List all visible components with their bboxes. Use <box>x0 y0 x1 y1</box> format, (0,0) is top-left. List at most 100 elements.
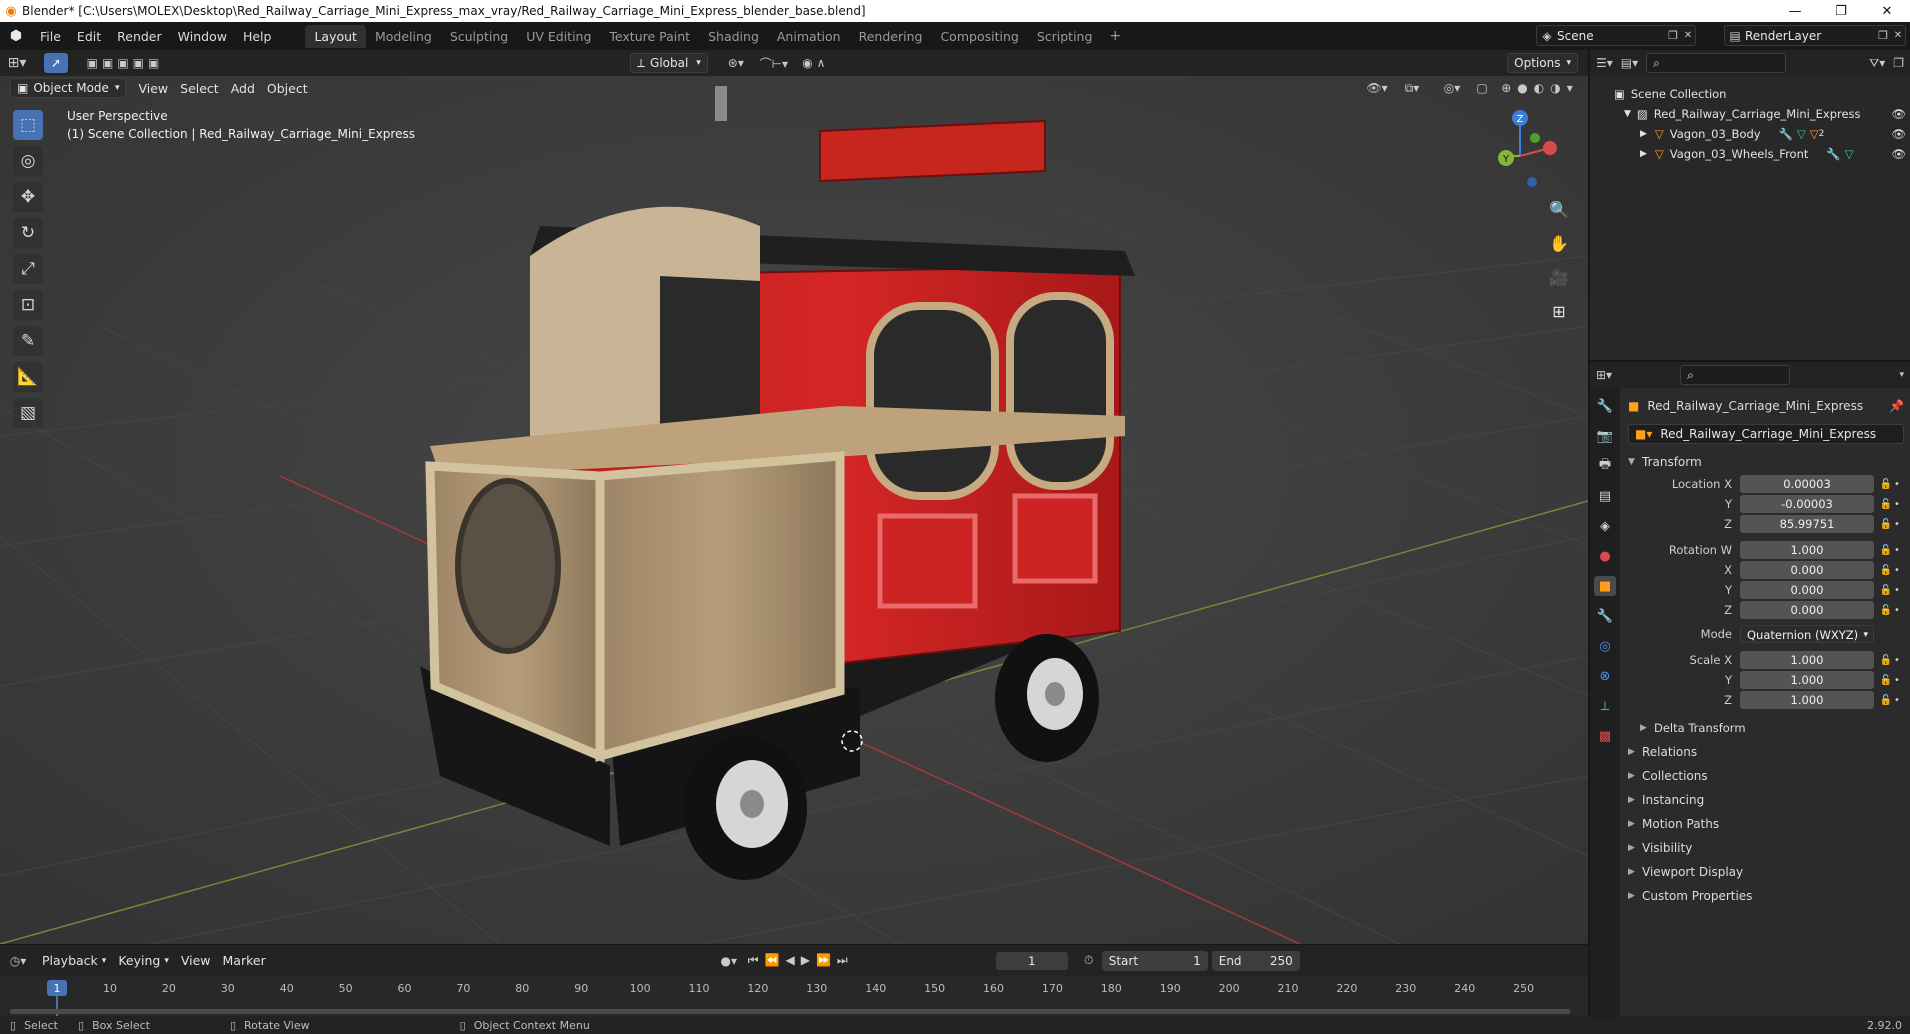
properties-section-collections[interactable]: ▶ Collections <box>1628 764 1904 788</box>
rotation-x-field[interactable]: 0.000 <box>1740 561 1874 579</box>
menu-select[interactable]: Select <box>174 78 225 98</box>
object-name-field[interactable]: ■▾ Red_Railway_Carriage_Mini_Express <box>1628 424 1904 444</box>
minimize-button[interactable]: — <box>1772 0 1818 22</box>
scene-selector[interactable]: ◈ Scene ❐ ✕ <box>1536 25 1696 46</box>
properties-section-viewport-display[interactable]: ▶ Viewport Display <box>1628 860 1904 884</box>
keyframe-dot-icon[interactable]: • <box>1894 519 1904 530</box>
select-tool-icon[interactable]: ➚ <box>44 53 68 73</box>
menu-object[interactable]: Object <box>261 78 314 98</box>
pin-icon[interactable]: 📌 <box>1889 399 1904 413</box>
scene-tab-icon[interactable]: ◈ <box>1594 516 1616 536</box>
expand-arrow-icon[interactable]: ▶ <box>1628 747 1642 757</box>
expand-arrow-icon[interactable]: ▶ <box>1628 867 1642 877</box>
keyframe-dot-icon[interactable]: • <box>1894 545 1904 556</box>
object-mode-dropdown[interactable]: ▣ Object Mode ▾ <box>10 78 127 98</box>
camera-view-icon[interactable]: 🎥 <box>1545 264 1573 290</box>
keyframe-dot-icon[interactable]: • <box>1894 675 1904 686</box>
keyframe-dot-icon[interactable]: • <box>1894 585 1904 596</box>
record-icon[interactable]: ●▾ <box>712 954 746 968</box>
expand-arrow-icon[interactable]: ▶ <box>1640 129 1647 139</box>
outliner-item-vagon-wheels[interactable]: ▶ ▽ Vagon_03_Wheels_Front 🔧 ▽ 👁 <box>1590 144 1910 164</box>
lock-icon[interactable]: 🔓 <box>1878 695 1894 706</box>
menu-render[interactable]: Render <box>109 29 170 44</box>
remove-scene-icon[interactable]: ✕ <box>1681 30 1695 41</box>
rotation-w-field[interactable]: 1.000 <box>1740 541 1874 559</box>
outliner-editor-icon[interactable]: ☰▾ <box>1596 56 1613 70</box>
outliner-item-carriage[interactable]: ▼ ▨ Red_Railway_Carriage_Mini_Express 👁 <box>1590 104 1910 124</box>
rotation-z-field[interactable]: 0.000 <box>1740 601 1874 619</box>
pivot-point-icon[interactable]: ⊛▾ <box>718 56 754 70</box>
lock-icon[interactable]: 🔓 <box>1878 545 1894 556</box>
keyframe-dot-icon[interactable]: • <box>1894 565 1904 576</box>
display-mode-icon[interactable]: ▤▾ <box>1621 56 1638 70</box>
data-tab-icon[interactable]: ⟂ <box>1594 696 1616 716</box>
start-frame-field[interactable]: Start 1 <box>1101 950 1208 971</box>
constraints-tab-icon[interactable]: ⊗ <box>1594 666 1616 686</box>
properties-editor-icon[interactable]: ⊞▾ <box>1596 368 1612 382</box>
shading-mode-icons[interactable]: ⊕●◐◑▾ <box>1492 81 1588 95</box>
select-box-tool-icon[interactable]: ⬚ <box>13 110 43 140</box>
tab-animation[interactable]: Animation <box>768 25 850 48</box>
location-x-field[interactable]: 0.00003 <box>1740 475 1874 493</box>
properties-section-visibility[interactable]: ▶ Visibility <box>1628 836 1904 860</box>
output-tab-icon[interactable]: 🖶 <box>1594 456 1616 476</box>
timeline-menu-playback[interactable]: Playback ▾ <box>36 951 112 971</box>
lock-icon[interactable]: 🔓 <box>1878 605 1894 616</box>
object-tab-icon[interactable]: ■ <box>1594 576 1616 596</box>
transform-section[interactable]: ▼ Transform <box>1628 450 1904 474</box>
tab-shading[interactable]: Shading <box>699 25 768 48</box>
pan-hand-icon[interactable]: ✋ <box>1545 230 1573 256</box>
rotation-y-field[interactable]: 0.000 <box>1740 581 1874 599</box>
eye-icon[interactable]: 👁 <box>1891 127 1906 141</box>
lock-icon[interactable]: 🔓 <box>1878 479 1894 490</box>
menu-file[interactable]: File <box>32 29 69 44</box>
timeline-menu-keying[interactable]: Keying ▾ <box>112 951 175 971</box>
location-z-field[interactable]: 85.99751 <box>1740 515 1874 533</box>
keyframe-dot-icon[interactable]: • <box>1894 499 1904 510</box>
lock-icon[interactable]: 🔓 <box>1878 499 1894 510</box>
snap-icon[interactable]: ⌒⊢▾ <box>754 55 794 72</box>
tool-tab-icon[interactable]: 🔧 <box>1594 396 1616 416</box>
rotate-tool-icon[interactable]: ↻ <box>13 218 43 248</box>
menu-view[interactable]: View <box>132 78 174 98</box>
close-button[interactable]: ✕ <box>1864 0 1910 22</box>
cursor-tool-icon[interactable]: ◎ <box>13 146 43 176</box>
measure-tool-icon[interactable]: 📐 <box>13 362 43 392</box>
physics-tab-icon[interactable]: ◎ <box>1594 636 1616 656</box>
tab-scripting[interactable]: Scripting <box>1028 25 1102 48</box>
properties-section-relations[interactable]: ▶ Relations <box>1628 740 1904 764</box>
view-layer-selector[interactable]: ▤ RenderLayer ❐ ✕ <box>1724 25 1906 46</box>
tab-uv-editing[interactable]: UV Editing <box>517 25 600 48</box>
visibility-icon[interactable]: 👁▾ <box>1362 81 1392 95</box>
selection-mode-icons[interactable]: ▣▣▣▣▣ <box>80 56 170 70</box>
3d-viewport[interactable]: Z Y User Perspective (1) Scene Collectio… <box>0 76 1588 944</box>
stopwatch-icon[interactable]: ⏱ <box>1076 953 1102 968</box>
tab-texture-paint[interactable]: Texture Paint <box>600 25 699 48</box>
scale-x-field[interactable]: 1.000 <box>1740 651 1874 669</box>
tab-sculpting[interactable]: Sculpting <box>441 25 517 48</box>
lock-icon[interactable]: 🔓 <box>1878 655 1894 666</box>
copy-scene-icon[interactable]: ❐ <box>1665 29 1681 42</box>
ortho-toggle-icon[interactable]: ⊞ <box>1545 298 1573 324</box>
expand-arrow-icon[interactable]: ▶ <box>1628 891 1642 901</box>
add-cube-tool-icon[interactable]: ▧ <box>13 398 43 428</box>
expand-arrow-icon[interactable]: ▶ <box>1628 771 1642 781</box>
outliner-search-input[interactable]: ⌕ <box>1646 53 1787 73</box>
timeline-menu-view[interactable]: View <box>175 951 217 971</box>
menu-help[interactable]: Help <box>235 29 280 44</box>
keyframe-dot-icon[interactable]: • <box>1894 479 1904 490</box>
remove-layer-icon[interactable]: ✕ <box>1891 30 1905 41</box>
current-frame-field[interactable]: 1 <box>995 951 1068 970</box>
expand-arrow-icon[interactable]: ▶ <box>1628 795 1642 805</box>
render-tab-icon[interactable]: 📷 <box>1594 426 1616 446</box>
lock-icon[interactable]: 🔓 <box>1878 565 1894 576</box>
lock-icon[interactable]: 🔓 <box>1878 675 1894 686</box>
keyframe-dot-icon[interactable]: • <box>1894 655 1904 666</box>
properties-section-custom-properties[interactable]: ▶ Custom Properties <box>1628 884 1904 908</box>
modifier-tab-icon[interactable]: 🔧 <box>1594 606 1616 626</box>
properties-search-input[interactable]: ⌕ <box>1680 365 1791 385</box>
expand-arrow-icon[interactable]: ▶ <box>1628 843 1642 853</box>
proportional-edit-icon[interactable]: ◉ ∧ <box>794 56 834 70</box>
zoom-icon[interactable]: 🔍 <box>1545 196 1573 222</box>
outliner-item-vagon-body[interactable]: ▶ ▽ Vagon_03_Body 🔧 ▽ ▽ 2 👁 <box>1590 124 1910 144</box>
